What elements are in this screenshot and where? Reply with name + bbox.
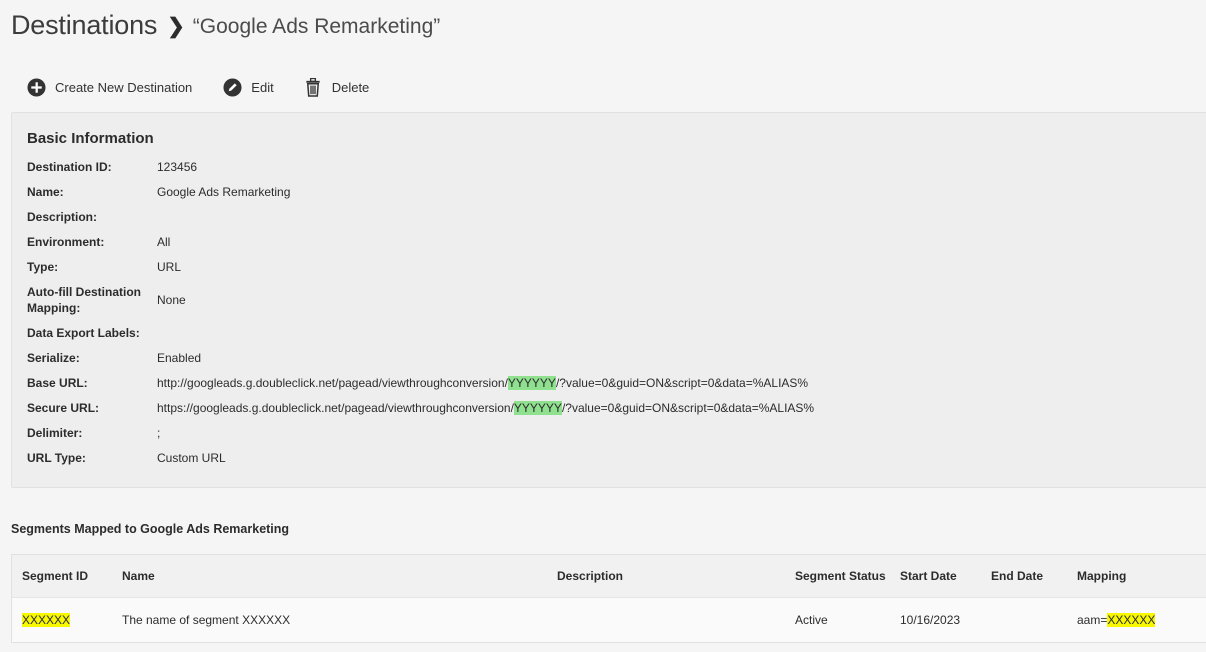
segments-section-title: Segments Mapped to Google Ads Remarketin… (11, 522, 290, 536)
auto-fill-mapping-value: None (157, 293, 186, 307)
base-url-suffix: /?value=0&guid=ON&script=0&data=%ALIAS% (555, 376, 809, 390)
info-row-delimiter: Delimiter: ; (27, 425, 160, 441)
info-label: Auto-fill Destination Mapping: (27, 285, 141, 315)
info-label: Type: (27, 260, 59, 274)
basic-information-title: Basic Information (27, 130, 154, 147)
edit-button[interactable]: Edit (222, 77, 274, 97)
table-row[interactable]: XXXXXX The name of segment XXXXXX Active… (12, 598, 1206, 642)
mapping-prefix: aam= (1077, 613, 1108, 627)
create-new-destination-button[interactable]: Create New Destination (26, 77, 192, 97)
plus-circle-icon (26, 77, 46, 97)
info-row-serialize: Serialize: Enabled (27, 350, 201, 366)
column-header-segment-id[interactable]: Segment ID (22, 569, 88, 583)
table-header-row: Segment ID Name Description Segment Stat… (12, 555, 1206, 598)
base-url-highlight: YYYYYY (507, 376, 556, 390)
pencil-icon (222, 77, 242, 97)
destination-detail-page: Destinations ❯ “Google Ads Remarketing” … (0, 0, 1206, 652)
delete-label: Delete (331, 79, 370, 95)
name-value: Google Ads Remarketing (157, 185, 291, 199)
info-row-destination-id: Destination ID: 123456 (27, 159, 197, 175)
info-label: Data Export Labels: (27, 326, 140, 340)
delete-button[interactable]: Delete (303, 77, 370, 97)
secure-url-suffix: /?value=0&guid=ON&script=0&data=%ALIAS% (561, 401, 815, 415)
create-new-destination-label: Create New Destination (55, 79, 193, 95)
segments-table: Segment ID Name Description Segment Stat… (11, 554, 1206, 643)
info-label: Delimiter: (27, 426, 83, 440)
segment-start-date-cell: 10/16/2023 (900, 613, 961, 627)
column-header-name[interactable]: Name (122, 569, 155, 583)
trash-icon (303, 77, 323, 97)
column-header-segment-status[interactable]: Segment Status (795, 569, 886, 583)
secure-url-value: https://googleads.g.doubleclick.net/page… (157, 401, 814, 415)
breadcrumb-destinations-link[interactable]: Destinations (11, 10, 157, 41)
mapping-highlight: XXXXXX (1107, 613, 1156, 627)
info-label: Secure URL: (27, 401, 100, 415)
info-label: Base URL: (27, 376, 88, 390)
segment-id-cell[interactable]: XXXXXX (22, 613, 71, 627)
column-header-description[interactable]: Description (557, 569, 623, 583)
environment-value: All (157, 235, 171, 249)
segment-status-cell: Active (795, 613, 828, 627)
edit-label: Edit (251, 79, 274, 95)
base-url-prefix: http://googleads.g.doubleclick.net/pagea… (157, 376, 508, 390)
destination-id-value: 123456 (157, 160, 198, 174)
column-header-mapping[interactable]: Mapping (1077, 569, 1126, 583)
info-row-auto-fill-mapping: Auto-fill Destination Mapping: None (27, 284, 186, 316)
secure-url-prefix: https://googleads.g.doubleclick.net/page… (157, 401, 514, 415)
info-label: URL Type: (27, 451, 86, 465)
info-row-url-type: URL Type: Custom URL (27, 450, 226, 466)
toolbar: Create New Destination Edit Delete (26, 77, 398, 97)
info-row-description: Description: (27, 209, 157, 225)
info-row-base-url: Base URL: http://googleads.g.doubleclick… (27, 375, 808, 391)
info-label: Destination ID: (27, 160, 112, 174)
column-header-start-date[interactable]: Start Date (900, 569, 957, 583)
info-row-data-export-labels: Data Export Labels: (27, 325, 157, 341)
info-row-name: Name: Google Ads Remarketing (27, 184, 290, 200)
chevron-right-icon: ❯ (167, 15, 185, 38)
info-row-secure-url: Secure URL: https://googleads.g.doublecl… (27, 400, 814, 416)
base-url-value: http://googleads.g.doubleclick.net/pagea… (157, 376, 808, 390)
type-value: URL (157, 260, 182, 274)
segment-mapping-cell: aam=XXXXXX (1077, 613, 1156, 627)
delimiter-value: ; (157, 426, 161, 440)
breadcrumb: Destinations ❯ “Google Ads Remarketing” (11, 10, 440, 41)
info-label: Serialize: (27, 351, 80, 365)
info-label: Environment: (27, 235, 105, 249)
column-header-end-date[interactable]: End Date (991, 569, 1043, 583)
info-row-type: Type: URL (27, 259, 181, 275)
info-label: Description: (27, 210, 98, 224)
basic-information-panel: Basic Information Destination ID: 123456… (11, 112, 1206, 488)
info-label: Name: (27, 185, 64, 199)
info-row-environment: Environment: All (27, 234, 170, 250)
page-title: “Google Ads Remarketing” (192, 14, 441, 38)
serialize-value: Enabled (157, 351, 202, 365)
secure-url-highlight: YYYYYY (513, 401, 562, 415)
url-type-value: Custom URL (157, 451, 226, 465)
segment-name-cell[interactable]: The name of segment XXXXXX (122, 613, 290, 627)
